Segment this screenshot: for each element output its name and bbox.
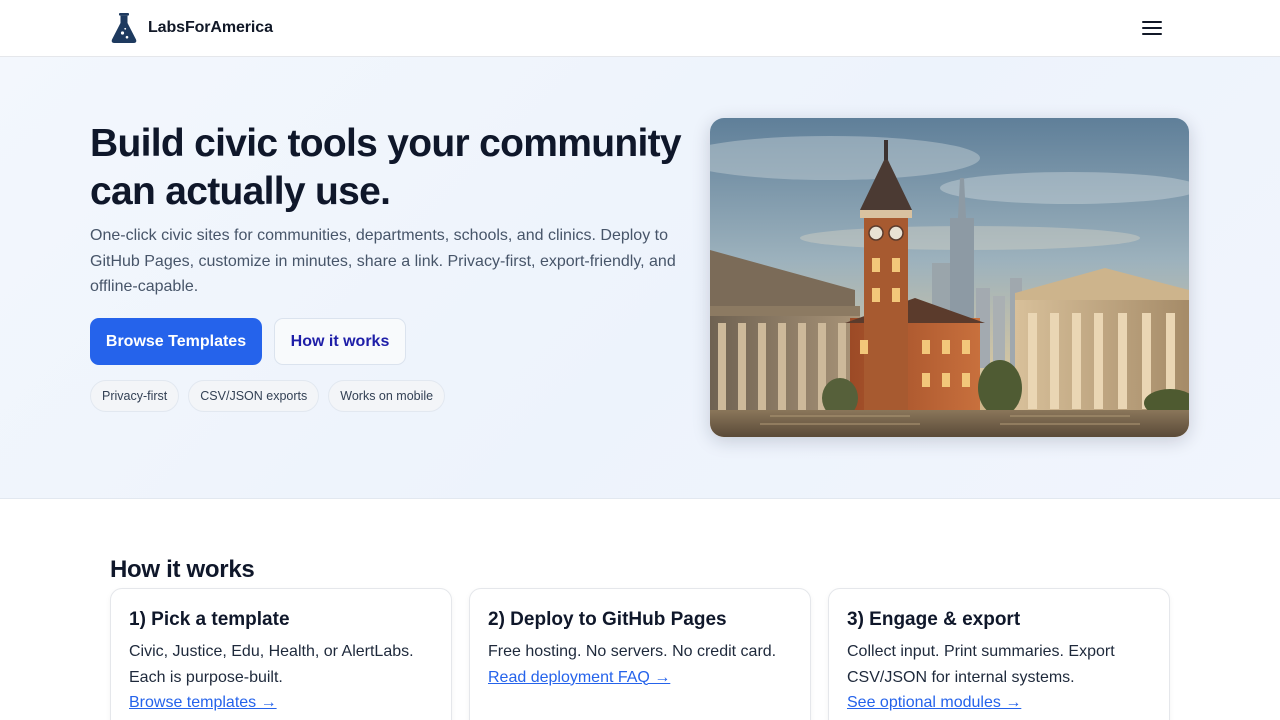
brand-logo-link[interactable]: LabsForAmerica [110,12,273,44]
hero-image [710,118,1189,437]
hero-section: Build civic tools your community can act… [0,57,1280,499]
chip-privacy-first: Privacy-first [90,380,180,412]
step-card-title: 1) Pick a template [129,609,290,630]
step-card-deploy: 2) Deploy to GitHub Pages Free hosting. … [469,588,811,720]
feature-chips: Privacy-first CSV/JSON exports Works on … [90,380,446,412]
step-card-pick-template: 1) Pick a template Civic, Justice, Edu, … [110,588,452,720]
chip-works-on-mobile: Works on mobile [328,380,446,412]
hamburger-menu-icon [1142,21,1162,35]
step-card-title: 3) Engage & export [847,609,1021,630]
browse-templates-link[interactable]: Browse templates → [129,690,277,716]
browse-templates-button[interactable]: Browse Templates [90,318,262,365]
deployment-faq-link[interactable]: Read deployment FAQ → [488,665,670,691]
hero-subtitle: One-click civic sites for communities, d… [90,227,676,295]
flask-icon [111,13,137,43]
hero-title: Build civic tools your community can act… [90,122,682,213]
chip-csv-json-exports: CSV/JSON exports [188,380,320,412]
step-card-body: Free hosting. No servers. No credit card… [488,643,777,660]
civic-buildings-illustration [710,118,1189,437]
how-it-works-heading: How it works [110,556,255,583]
step-card-engage-export: 3) Engage & export Collect input. Print … [828,588,1170,720]
optional-modules-link[interactable]: See optional modules → [847,690,1021,716]
step-card-title: 2) Deploy to GitHub Pages [488,609,727,630]
step-card-body: Civic, Justice, Edu, Health, or AlertLab… [129,643,414,686]
step-card-body: Collect input. Print summaries. Export C… [847,643,1115,686]
top-nav-bar: LabsForAmerica [0,0,1280,57]
brand-name: LabsForAmerica [148,19,273,36]
how-it-works-button[interactable]: How it works [274,318,406,365]
hamburger-menu-button[interactable] [1138,14,1166,42]
